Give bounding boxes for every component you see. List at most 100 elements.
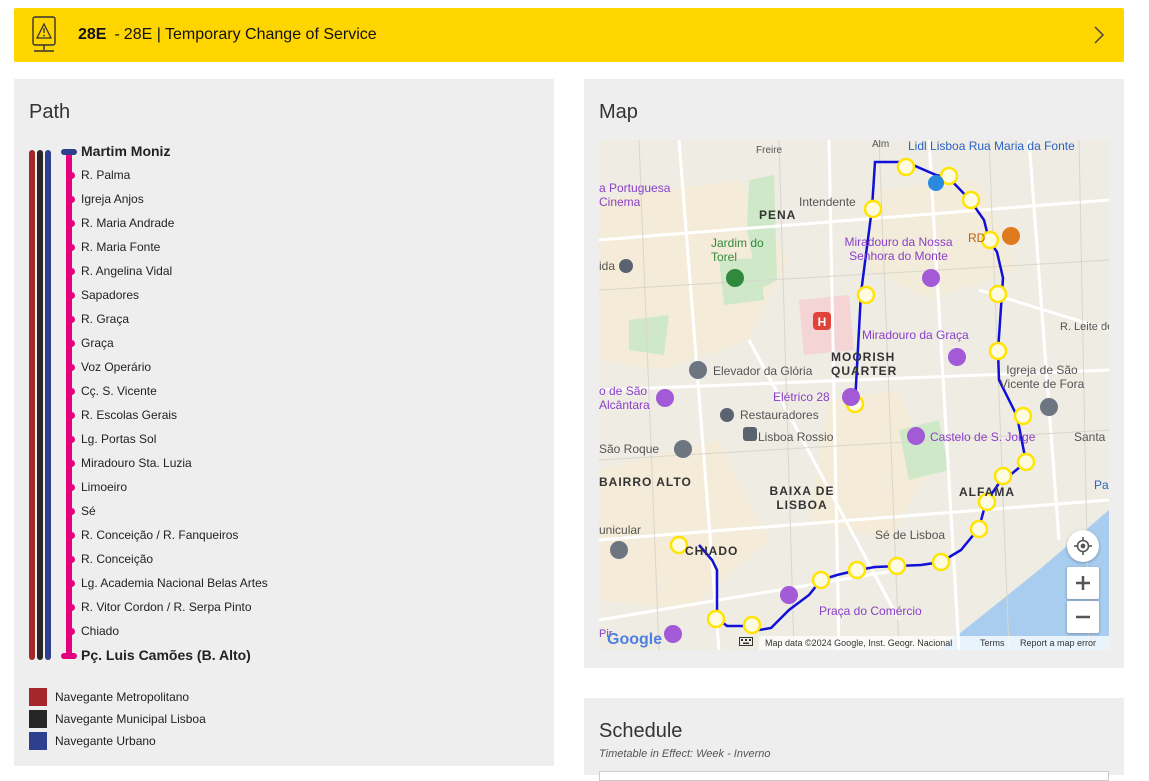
stop-label: Chiado: [81, 624, 120, 638]
schedule-subtitle: Timetable in Effect: Week - Inverno: [599, 748, 771, 760]
stop-label: Sé: [81, 504, 96, 518]
stop-dot: [68, 339, 75, 347]
stop-dot: [68, 195, 75, 203]
map-label-lidl: Lidl Lisboa Rua Maria da Fonte: [908, 140, 1075, 153]
stop-label: Pç. Luis Camões (B. Alto): [81, 647, 251, 663]
map-label-pa: Pa: [1094, 478, 1109, 492]
stop-label: R. Graça: [81, 312, 130, 326]
stop-dot: [68, 483, 75, 491]
schedule-select[interactable]: [599, 771, 1109, 781]
map-label-comercio: Praça do Comércio: [819, 604, 922, 618]
path-panel: Path Martim Moniz R. Palma Igreja Anjos R. …: [14, 79, 554, 766]
stop-dot: [68, 507, 75, 515]
legend-label: Navegante Urbano: [55, 734, 156, 748]
map-label-alm: Alm: [872, 140, 890, 150]
zoom-in-button[interactable]: [1067, 567, 1099, 599]
stop-label: R. Conceição / R. Fanqueiros: [81, 528, 239, 542]
map-label-ida: ida: [599, 259, 616, 273]
map-report-link[interactable]: Report a map error: [1020, 638, 1096, 648]
stop-item: Pç. Luis Camões (B. Alto): [71, 645, 251, 665]
keyboard-icon[interactable]: [739, 637, 753, 648]
stop-item: Voz Operário: [68, 357, 151, 377]
map-label-castelo: Castelo de S. Jorge: [930, 430, 1036, 444]
stop-item: R. Conceição: [68, 549, 154, 569]
map-terms-link[interactable]: Terms: [980, 638, 1005, 648]
stop-item: Chiado: [68, 621, 120, 641]
legend-item-urbano: Navegante Urbano: [29, 732, 156, 750]
zoom-out-button[interactable]: [1067, 601, 1099, 633]
map-label-electrico: Elétrico 28: [773, 390, 830, 404]
map-label-alfama: ALFAMA: [959, 485, 1015, 499]
route-map[interactable]: H Lidl Lisboa Rua Maria da Fonte Alm Fre…: [599, 140, 1109, 650]
map-label-leite: R. Leite de V: [1060, 321, 1109, 333]
stop-label: R. Vitor Cordon / R. Serpa Pinto: [81, 600, 252, 614]
map-label-rossio: Lisboa Rossio: [758, 430, 834, 444]
my-location-button[interactable]: [1067, 530, 1099, 562]
stop-item: R. Vitor Cordon / R. Serpa Pinto: [68, 597, 252, 617]
stop-label: R. Maria Fonte: [81, 240, 161, 254]
map-label-jardim: Jardim do Torel: [711, 236, 764, 264]
map-label-rd: RD: [968, 231, 986, 245]
map-label-restauradores: Restauradores: [740, 408, 819, 422]
stop-item: R. Maria Andrade: [68, 213, 175, 233]
path-heading: Path: [29, 101, 71, 123]
service-alert-banner[interactable]: 28E - 28E | Temporary Change of Service: [14, 8, 1124, 62]
alert-separator: -: [114, 26, 120, 43]
stop-label: Sapadores: [81, 288, 140, 302]
map-label-baixa: BAIXA DE LISBOA: [769, 484, 835, 512]
stop-item: Cç. S. Vicente: [68, 381, 157, 401]
stop-dot: [68, 291, 75, 299]
stop-dot: [68, 387, 75, 395]
stop-label: Martim Moniz: [81, 143, 171, 159]
stop-item: Sé: [68, 501, 96, 521]
stop-item: R. Conceição / R. Fanqueiros: [68, 525, 239, 545]
stop-item: R. Maria Fonte: [68, 237, 161, 257]
stop-item: R. Escolas Gerais: [68, 405, 178, 425]
map-label-sao-alcantara: o de São Alcântara: [599, 384, 650, 412]
line-bar-metropolitano: [29, 150, 35, 660]
stop-dot: [68, 627, 75, 635]
map-label-unicular: unicular: [599, 523, 642, 537]
chevron-right-icon[interactable]: [1092, 26, 1106, 44]
stop-label: Lg. Portas Sol: [81, 432, 157, 446]
schedule-heading: Schedule: [599, 720, 683, 742]
stop-label: Cç. S. Vicente: [81, 384, 157, 398]
map-label-miradouro-graca: Miradouro da Graça: [862, 328, 969, 342]
alert-title: 28E | Temporary Change of Service: [123, 26, 377, 43]
map-label-miradouro-monte: Miradouro da Nossa Senhora do Monte: [844, 235, 953, 263]
stop-label: R. Maria Andrade: [81, 216, 175, 230]
stop-dot: [68, 171, 75, 179]
legend-item-metropolitano: Navegante Metropolitano: [29, 688, 189, 706]
legend-swatch: [29, 710, 47, 728]
schedule-panel: Schedule Timetable in Effect: Week - Inv…: [584, 698, 1124, 781]
stop-item: R. Angelina Vidal: [68, 261, 172, 281]
plus-icon: [1076, 576, 1090, 590]
stop-label: Limoeiro: [81, 480, 128, 494]
map-label-pena: PENA: [759, 208, 797, 222]
stop-dot: [68, 315, 75, 323]
warning-sign-icon: [30, 15, 58, 55]
stop-item: Igreja Anjos: [68, 189, 144, 209]
stop-label: R. Conceição: [81, 552, 154, 566]
map-label-portuguesa: a Portuguesa Cinema: [599, 181, 671, 209]
legend-swatch: [29, 732, 47, 750]
map-label-freire: Freire: [756, 145, 783, 156]
map-label-moorish: MOORISH QUARTER: [831, 350, 898, 378]
map-panel: Map H Lidl Lisboa Rua Maria da Fonte Alm…: [584, 79, 1124, 668]
stop-item: R. Graça: [68, 309, 130, 329]
google-logo: Google: [607, 631, 663, 648]
stop-item: Miradouro Sta. Luzia: [68, 453, 192, 473]
stop-dot: [68, 219, 75, 227]
stop-label: Miradouro Sta. Luzia: [81, 456, 192, 470]
stop-dot: [68, 435, 75, 443]
stop-label: R. Escolas Gerais: [81, 408, 178, 422]
stop-label: R. Palma: [81, 168, 131, 182]
stop-dot: [68, 603, 75, 611]
stop-dot: [68, 555, 75, 563]
map-label-bairro-alto: BAIRRO ALTO: [599, 475, 692, 489]
stop-item: Lg. Academia Nacional Belas Artes: [68, 573, 268, 593]
map-label-igreja-vicente: Igreja de São Vicente de Fora: [999, 363, 1085, 391]
stop-label: Lg. Academia Nacional Belas Artes: [81, 576, 268, 590]
stop-dot: [68, 243, 75, 251]
crosshair-icon: [1074, 537, 1092, 555]
